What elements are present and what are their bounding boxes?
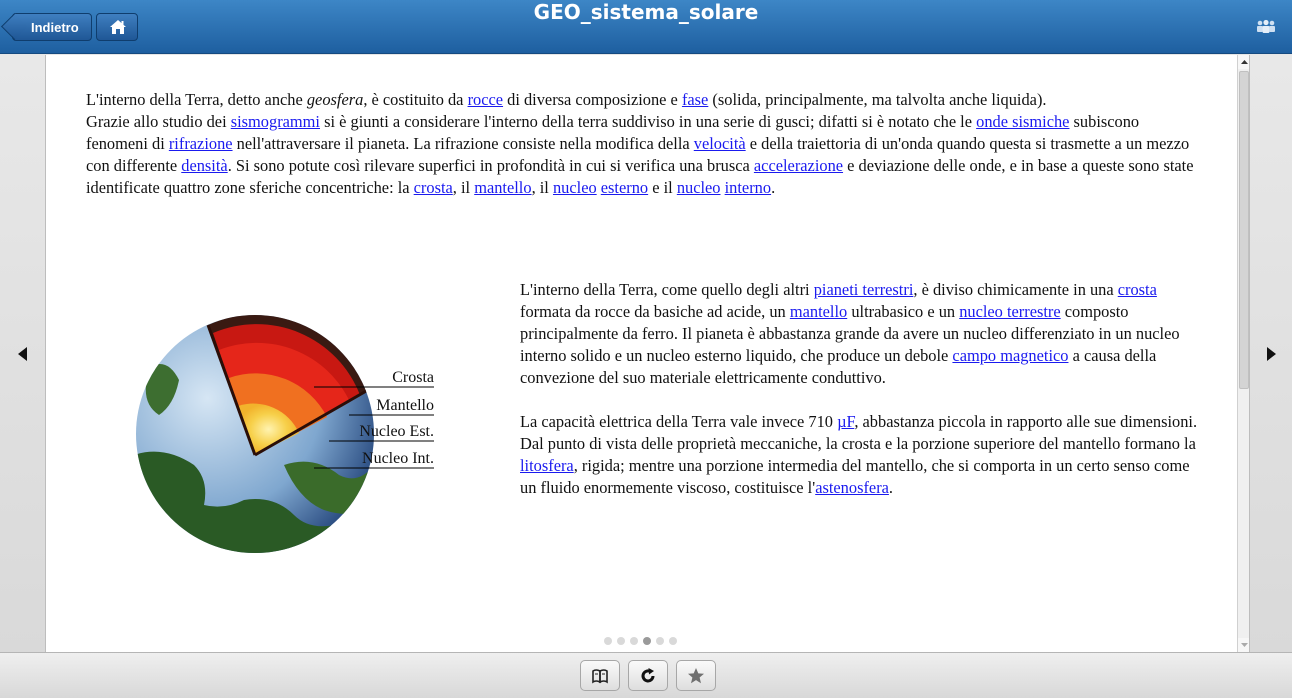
inline-link[interactable]: nucleo bbox=[553, 178, 597, 197]
text-run: Grazie allo studio dei bbox=[86, 112, 231, 131]
content-area: L'interno della Terra, detto anche geosf… bbox=[46, 55, 1237, 652]
home-icon bbox=[110, 20, 126, 34]
inline-link[interactable]: crosta bbox=[414, 178, 453, 197]
inline-link[interactable]: rocce bbox=[468, 90, 503, 109]
capacitance-paragraph: La capacità elettrica della Terra vale i… bbox=[520, 411, 1200, 499]
text-run: L'interno della Terra, come quello degli… bbox=[520, 280, 814, 299]
previous-page-panel[interactable] bbox=[0, 55, 46, 652]
text-run: e il bbox=[648, 178, 677, 197]
inline-link[interactable]: esterno bbox=[601, 178, 648, 197]
bottom-toolbar bbox=[0, 652, 1292, 698]
inline-link[interactable]: nucleo bbox=[677, 178, 721, 197]
page-dot[interactable] bbox=[630, 637, 638, 645]
text-run: . bbox=[888, 478, 894, 497]
inline-link[interactable]: fase bbox=[682, 90, 708, 109]
page-dot[interactable] bbox=[617, 637, 625, 645]
label-crust: Crosta bbox=[392, 369, 434, 386]
page-indicator bbox=[604, 632, 682, 650]
chemistry-paragraph: L'interno della Terra, come quello degli… bbox=[520, 279, 1200, 389]
right-column: L'interno della Terra, come quello degli… bbox=[520, 279, 1200, 521]
label-outer-core: Nucleo Est. bbox=[359, 423, 434, 440]
favorite-button[interactable] bbox=[676, 660, 716, 691]
earth-layers-diagram: Crosta Mantello Nucleo Est. Nucleo Int. bbox=[136, 315, 434, 553]
next-page-panel[interactable] bbox=[1249, 55, 1292, 652]
inline-link[interactable]: mantello bbox=[474, 178, 531, 197]
inline-link[interactable]: µF bbox=[837, 412, 854, 431]
back-button-label: Indietro bbox=[31, 20, 79, 35]
text-run: La capacità elettrica della Terra vale i… bbox=[520, 412, 838, 431]
page-title: GEO_sistema_solare bbox=[533, 0, 759, 24]
text-run: , è costituito da bbox=[363, 90, 468, 109]
text-run: formata da rocce da basiche ad acide, un bbox=[520, 302, 790, 321]
inline-link[interactable]: nucleo terrestre bbox=[959, 302, 1060, 321]
users-icon[interactable] bbox=[1254, 19, 1278, 33]
text-run: (solida, principalmente, ma talvolta anc… bbox=[708, 90, 1047, 109]
text-run: , il bbox=[452, 178, 475, 197]
text-run: ultrabasico e un bbox=[847, 302, 960, 321]
chevron-right-icon[interactable] bbox=[1266, 347, 1276, 361]
text-run: , il bbox=[531, 178, 553, 197]
label-mantle: Mantello bbox=[376, 397, 434, 414]
inline-link[interactable]: mantello bbox=[790, 302, 847, 321]
label-inner-core: Nucleo Int. bbox=[362, 450, 434, 467]
inline-link[interactable]: pianeti terrestri bbox=[814, 280, 914, 299]
book-icon bbox=[592, 669, 608, 684]
inline-link[interactable]: densità bbox=[181, 156, 227, 175]
refresh-icon bbox=[641, 668, 655, 683]
page-dot[interactable] bbox=[656, 637, 664, 645]
text-run: L'interno della Terra, detto anche bbox=[86, 90, 307, 109]
refresh-button[interactable] bbox=[628, 660, 668, 691]
text-run: nell'attraversare il pianeta. La rifrazi… bbox=[232, 134, 694, 153]
inline-link[interactable]: rifrazione bbox=[169, 134, 233, 153]
book-button[interactable] bbox=[580, 660, 620, 691]
text-run: , è diviso chimicamente in una bbox=[913, 280, 1118, 299]
emphasis-text: geosfera bbox=[306, 90, 364, 109]
inline-link[interactable]: sismogrammi bbox=[231, 112, 320, 131]
inline-link[interactable]: accelerazione bbox=[754, 156, 843, 175]
intro-paragraph: L'interno della Terra, detto anche geosf… bbox=[86, 89, 1201, 199]
page-dot[interactable] bbox=[669, 637, 677, 645]
scrollbar-thumb[interactable] bbox=[1239, 71, 1249, 389]
inline-link[interactable]: onde sismiche bbox=[976, 112, 1069, 131]
star-icon bbox=[688, 668, 704, 684]
top-bar: Indietro GEO_sistema_solare bbox=[0, 0, 1292, 54]
inline-link[interactable]: interno bbox=[725, 178, 771, 197]
back-button[interactable]: Indietro bbox=[12, 13, 92, 41]
inline-link[interactable]: litosfera bbox=[520, 456, 574, 475]
inline-link[interactable]: campo magnetico bbox=[952, 346, 1068, 365]
text-run: si è giunti a considerare l'interno dell… bbox=[320, 112, 977, 131]
page-dot[interactable] bbox=[604, 637, 612, 645]
text-run: . bbox=[771, 178, 776, 197]
inline-link[interactable]: crosta bbox=[1118, 280, 1157, 299]
text-run: . Si sono potute così rilevare superfici… bbox=[227, 156, 754, 175]
inline-link[interactable]: astenosfera bbox=[815, 478, 889, 497]
home-button[interactable] bbox=[96, 13, 138, 41]
inline-link[interactable]: velocità bbox=[694, 134, 746, 153]
page-dot[interactable] bbox=[643, 637, 651, 645]
chevron-left-icon[interactable] bbox=[18, 347, 28, 361]
text-run: di diversa composizione e bbox=[503, 90, 682, 109]
